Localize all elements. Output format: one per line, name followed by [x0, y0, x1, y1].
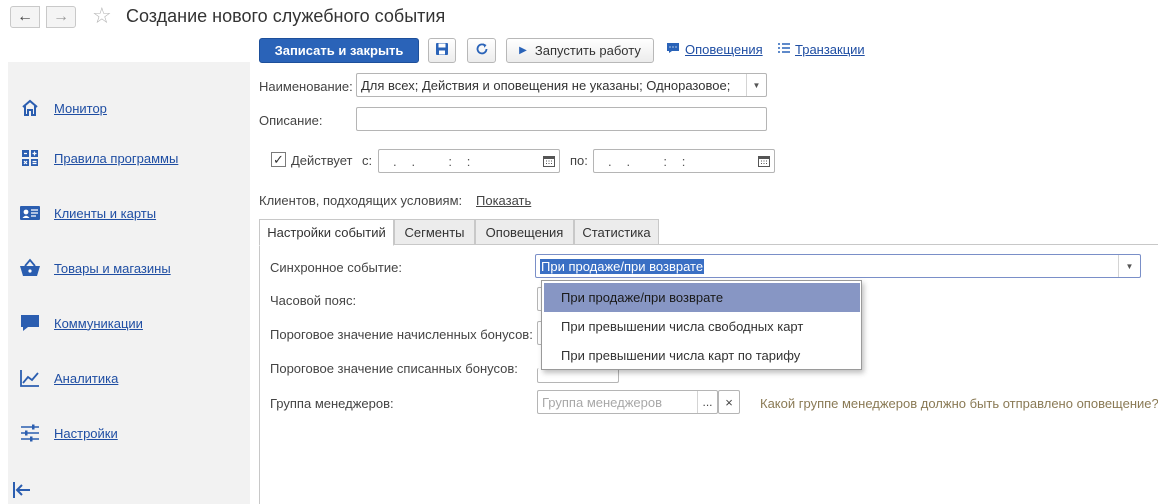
clear-button[interactable]: ×: [718, 390, 740, 414]
tab-statistics[interactable]: Статистика: [574, 219, 659, 245]
sidebar-item-label: Аналитика: [54, 370, 119, 386]
manager-group-field[interactable]: Группа менеджеров ...: [537, 390, 718, 414]
sidebar-item-communications[interactable]: Коммуникации: [18, 311, 143, 335]
close-icon: ×: [725, 394, 733, 410]
sidebar-item-label: Коммуникации: [54, 315, 143, 331]
refresh-button[interactable]: [467, 38, 496, 63]
sidebar-item-label: Товары и магазины: [54, 260, 171, 276]
clients-count-label: Клиентов, подходящих условиям:: [259, 193, 463, 208]
select-ellipsis-icon[interactable]: ...: [697, 391, 717, 413]
calendar-icon[interactable]: [754, 150, 774, 172]
favorite-star-icon[interactable]: ☆: [92, 3, 112, 29]
home-icon: [18, 97, 42, 119]
sync-event-field[interactable]: При продаже/при возврате ▼: [535, 254, 1141, 278]
transactions-link[interactable]: Транзакции: [777, 42, 865, 57]
date-to-value: . . : :: [608, 153, 687, 169]
sidebar: Монитор Правила программы Клиенты и карт…: [8, 62, 250, 504]
date-to-field[interactable]: . . : :: [593, 149, 775, 173]
notifications-link[interactable]: Оповещения: [666, 42, 763, 57]
sidebar-item-monitor[interactable]: Монитор: [18, 96, 107, 120]
tab-event-settings[interactable]: Настройки событий: [259, 219, 394, 246]
sync-event-dropdown: При продаже/при возврате При превышении …: [541, 280, 862, 370]
sidebar-item-label: Правила программы: [54, 150, 179, 166]
written-off-threshold-field[interactable]: [537, 368, 619, 383]
sidebar-item-goods[interactable]: Товары и магазины: [18, 256, 171, 280]
sidebar-item-label: Клиенты и карты: [54, 205, 157, 221]
calendar-icon[interactable]: [539, 150, 559, 172]
date-from-value: . . : :: [393, 153, 472, 169]
sync-event-label: Синхронное событие:: [270, 260, 402, 275]
sync-event-value: При продаже/при возврате: [540, 258, 705, 274]
date-to-label: по:: [570, 153, 588, 168]
description-label: Описание:: [259, 113, 323, 128]
play-icon: ▶: [519, 45, 527, 56]
basket-icon: [18, 257, 42, 279]
manager-group-hint: Какой группе менеджеров должно быть отпр…: [760, 396, 1158, 411]
save-and-close-button[interactable]: Записать и закрыть: [259, 38, 419, 63]
forward-button[interactable]: →: [46, 6, 76, 28]
sidebar-item-clients[interactable]: Клиенты и карты: [18, 201, 156, 225]
page-title: Создание нового служебного события: [126, 6, 446, 26]
name-field[interactable]: Для всех; Действия и оповещения не указа…: [356, 73, 767, 97]
name-value: Для всех; Действия и оповещения не указа…: [361, 77, 731, 93]
sidebar-item-label: Монитор: [54, 100, 107, 116]
floppy-disk-icon: [435, 42, 449, 59]
chat-icon: [18, 312, 42, 334]
dropdown-option[interactable]: При превышении числа карт по тарифу: [544, 341, 860, 370]
sidebar-item-settings[interactable]: Настройки: [18, 421, 118, 445]
chevron-down-icon[interactable]: ▼: [746, 74, 766, 96]
chart-icon: [18, 367, 42, 389]
dropdown-option[interactable]: При превышении числа свободных карт: [544, 312, 860, 341]
rules-grid-icon: [18, 147, 42, 169]
active-checkbox[interactable]: ✓: [271, 152, 286, 167]
refresh-icon: [475, 42, 489, 59]
arrow-left-icon: ←: [17, 8, 33, 25]
manager-group-label: Группа менеджеров:: [270, 396, 394, 411]
tab-notifications[interactable]: Оповещения: [475, 219, 574, 245]
message-icon: [666, 42, 680, 57]
timezone-label: Часовой пояс:: [270, 293, 357, 308]
run-button[interactable]: ▶ Запустить работу: [506, 38, 654, 63]
dropdown-option[interactable]: При продаже/при возврате: [544, 283, 860, 312]
show-clients-link[interactable]: Показать: [476, 193, 531, 208]
active-label: Действует: [291, 153, 353, 168]
panel-border: [259, 245, 260, 504]
sidebar-item-label: Настройки: [54, 425, 118, 441]
manager-group-placeholder: Группа менеджеров: [542, 394, 662, 410]
arrow-right-icon: →: [53, 8, 69, 25]
client-card-icon: [18, 202, 42, 224]
run-button-label: Запустить работу: [534, 43, 641, 58]
tab-segments[interactable]: Сегменты: [394, 219, 475, 245]
sliders-icon: [18, 422, 42, 444]
date-from-field[interactable]: . . : :: [378, 149, 560, 173]
sidebar-item-analytics[interactable]: Аналитика: [18, 366, 118, 390]
save-button[interactable]: [428, 38, 456, 63]
date-from-label: с:: [362, 153, 373, 168]
accrued-threshold-label: Пороговое значение начисленных бонусов:: [270, 327, 533, 342]
back-button[interactable]: ←: [10, 6, 40, 28]
checkmark-icon: ✓: [273, 152, 284, 167]
name-label: Наименование:: [259, 79, 353, 94]
sidebar-item-rules[interactable]: Правила программы: [18, 146, 178, 170]
collapse-sidebar-icon[interactable]: [12, 480, 34, 504]
chevron-down-icon[interactable]: ▼: [1118, 255, 1140, 277]
written-off-threshold-label: Пороговое значение списанных бонусов:: [270, 361, 518, 376]
list-icon: [777, 42, 790, 57]
title-bar: ← → ☆ Создание нового служебного события: [0, 0, 1158, 34]
description-field[interactable]: [356, 107, 767, 131]
